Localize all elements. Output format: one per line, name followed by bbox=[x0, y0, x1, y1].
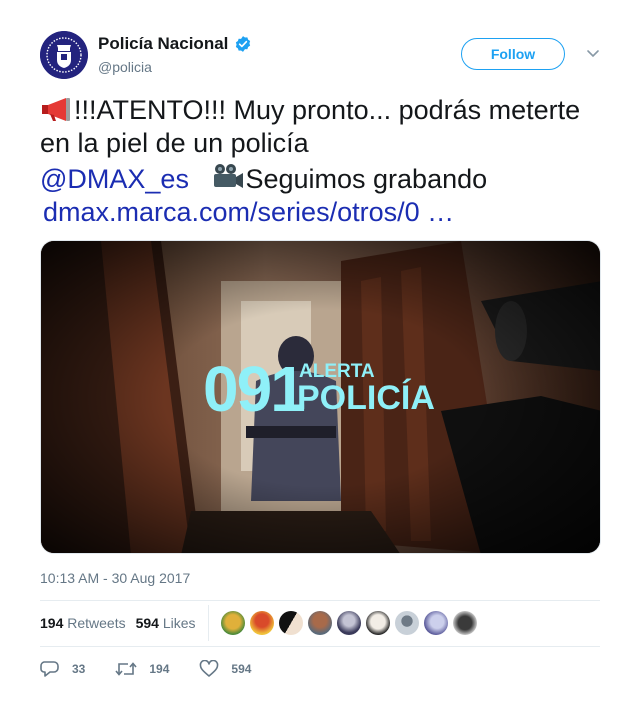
avatar[interactable] bbox=[40, 31, 88, 79]
reply-icon bbox=[40, 661, 59, 677]
retweet-count: 194 bbox=[149, 662, 170, 676]
likes-stat[interactable]: 594 Likes bbox=[136, 615, 196, 631]
tweet-timestamp[interactable]: 10:13 AM - 30 Aug 2017 bbox=[40, 570, 190, 586]
tweet-header: Policía Nacional @policia Follow bbox=[40, 31, 600, 81]
tweet-line-1-text: !!!ATENTO!!! Muy pronto... podrás metert… bbox=[74, 95, 581, 125]
like-count: 594 bbox=[231, 662, 252, 676]
tweet-url-link[interactable]: dmax.marca.com/series/otros/0 … bbox=[40, 196, 610, 229]
likes-count: 594 bbox=[135, 615, 159, 631]
name-row: Policía Nacional bbox=[98, 34, 252, 54]
liker-avatar[interactable] bbox=[423, 611, 448, 635]
tweet-line-3-text: Seguimos grabando bbox=[245, 164, 488, 194]
tweet-line-2: en la piel de un policía bbox=[40, 128, 309, 158]
mention-link[interactable]: @DMAX_es bbox=[40, 164, 189, 194]
overlay-number: 091 bbox=[203, 353, 304, 425]
megaphone-icon bbox=[42, 98, 70, 121]
tweet-line-1: !!!ATENTO!!! Muy pronto... podrás metert… bbox=[40, 94, 610, 127]
account-handle[interactable]: @policia bbox=[98, 59, 152, 75]
stats-separator bbox=[207, 605, 209, 641]
liker-avatars bbox=[220, 611, 477, 635]
liker-avatar[interactable] bbox=[365, 611, 390, 635]
heart-icon bbox=[200, 660, 219, 677]
display-name[interactable]: Policía Nacional bbox=[98, 34, 228, 54]
tweet-stats: 194 Retweets 594 Likes bbox=[40, 601, 600, 645]
liker-avatar[interactable] bbox=[336, 611, 361, 635]
tweet-media-image[interactable]: 091 ALERTA POLICÍA bbox=[40, 240, 601, 554]
liker-avatar[interactable] bbox=[452, 611, 477, 635]
divider bbox=[40, 646, 600, 647]
reply-count: 33 bbox=[72, 662, 86, 676]
tweet-text: !!!ATENTO!!! Muy pronto... podrás metert… bbox=[40, 94, 610, 229]
liker-avatar[interactable] bbox=[307, 611, 332, 635]
reply-button[interactable]: 33 bbox=[40, 660, 85, 678]
retweets-count: 194 bbox=[40, 615, 64, 631]
retweets-label: Retweets bbox=[67, 615, 126, 631]
likes-label: Likes bbox=[162, 615, 196, 631]
verified-badge-icon bbox=[236, 36, 251, 52]
tweet-line-3: @DMAX_es Seguimos grabando bbox=[40, 162, 610, 196]
liker-avatar[interactable] bbox=[394, 611, 419, 635]
overlay-word-policia: POLICÍA bbox=[297, 379, 435, 417]
retweet-button[interactable]: 194 bbox=[115, 660, 169, 678]
like-button[interactable]: 594 bbox=[199, 660, 251, 678]
liker-avatar[interactable] bbox=[278, 611, 303, 635]
liker-avatar[interactable] bbox=[220, 611, 245, 635]
chevron-down-icon[interactable] bbox=[586, 48, 600, 60]
retweets-stat[interactable]: 194 Retweets bbox=[40, 615, 126, 631]
liker-avatar[interactable] bbox=[249, 611, 274, 635]
follow-button[interactable]: Follow bbox=[461, 38, 565, 70]
retweet-icon bbox=[115, 662, 137, 676]
movie-camera-icon bbox=[214, 164, 244, 188]
tweet-actions: 33 194 594 bbox=[40, 655, 600, 683]
